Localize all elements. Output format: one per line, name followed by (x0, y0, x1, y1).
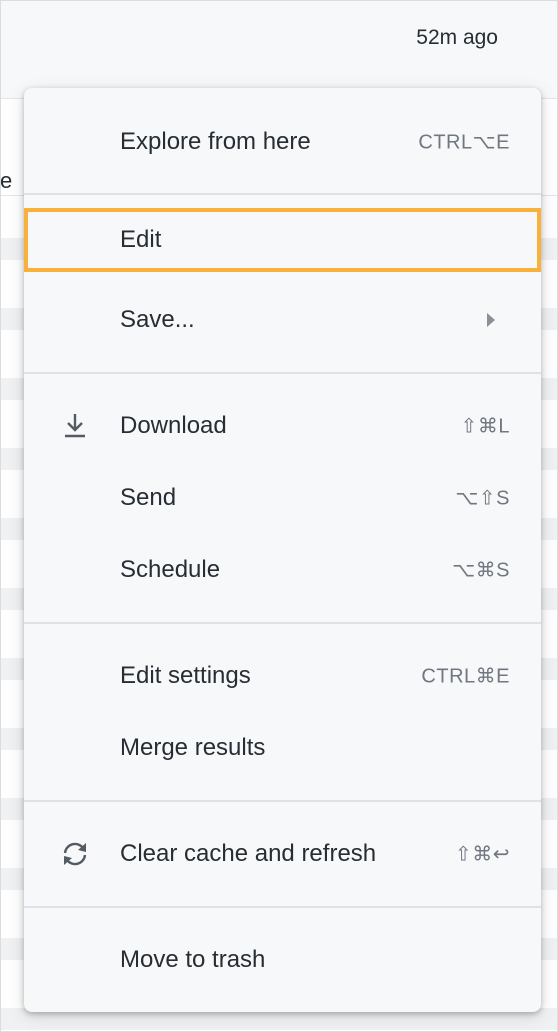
menu-item-label: Move to trash (120, 946, 266, 973)
menu-item-label: Edit settings (120, 662, 251, 689)
menu-item-label: Download (120, 412, 227, 439)
download-icon (60, 411, 90, 441)
menu-item-label: Schedule (120, 556, 221, 583)
context-menu: Explore from here CTRL⌥E Edit Save... Do… (24, 88, 541, 1012)
menu-item-label: Edit (120, 226, 162, 253)
menu-item-label: Merge results (120, 734, 266, 761)
menu-item-edit-settings[interactable]: Edit settings CTRL⌘E (24, 644, 541, 708)
menu-item-merge-results[interactable]: Merge results (24, 716, 541, 780)
menu-separator (24, 906, 541, 908)
menu-separator (24, 193, 541, 195)
menu-item-clear-cache-and-refresh[interactable]: Clear cache and refresh ⇧⌘↩ (24, 822, 541, 886)
menu-separator (24, 800, 541, 802)
menu-item-shortcut: ⌥⇧S (455, 487, 510, 510)
refresh-icon (60, 839, 90, 869)
menu-item-label: Send (120, 484, 177, 511)
menu-item-schedule[interactable]: Schedule ⌥⌘S (24, 538, 541, 602)
menu-item-edit[interactable]: Edit (24, 208, 541, 272)
menu-item-move-to-trash[interactable]: Move to trash (24, 928, 541, 992)
menu-item-explore-from-here[interactable]: Explore from here CTRL⌥E (24, 110, 541, 174)
menu-item-send[interactable]: Send ⌥⇧S (24, 466, 541, 530)
menu-item-download[interactable]: Download ⇧⌘L (24, 394, 541, 458)
menu-separator (24, 372, 541, 374)
menu-separator (24, 622, 541, 624)
menu-item-label: Save... (120, 306, 195, 333)
submenu-arrow-icon (487, 313, 495, 327)
menu-item-shortcut: ⌥⌘S (452, 559, 510, 582)
menu-item-shortcut: ⇧⌘L (460, 415, 510, 438)
menu-item-shortcut: CTRL⌥E (418, 131, 510, 154)
menu-item-label: Clear cache and refresh (120, 840, 377, 867)
menu-item-shortcut: CTRL⌘E (421, 665, 510, 688)
menu-item-shortcut: ⇧⌘↩ (454, 843, 510, 866)
menu-item-label: Explore from here (120, 128, 311, 155)
menu-item-save[interactable]: Save... (24, 288, 541, 352)
